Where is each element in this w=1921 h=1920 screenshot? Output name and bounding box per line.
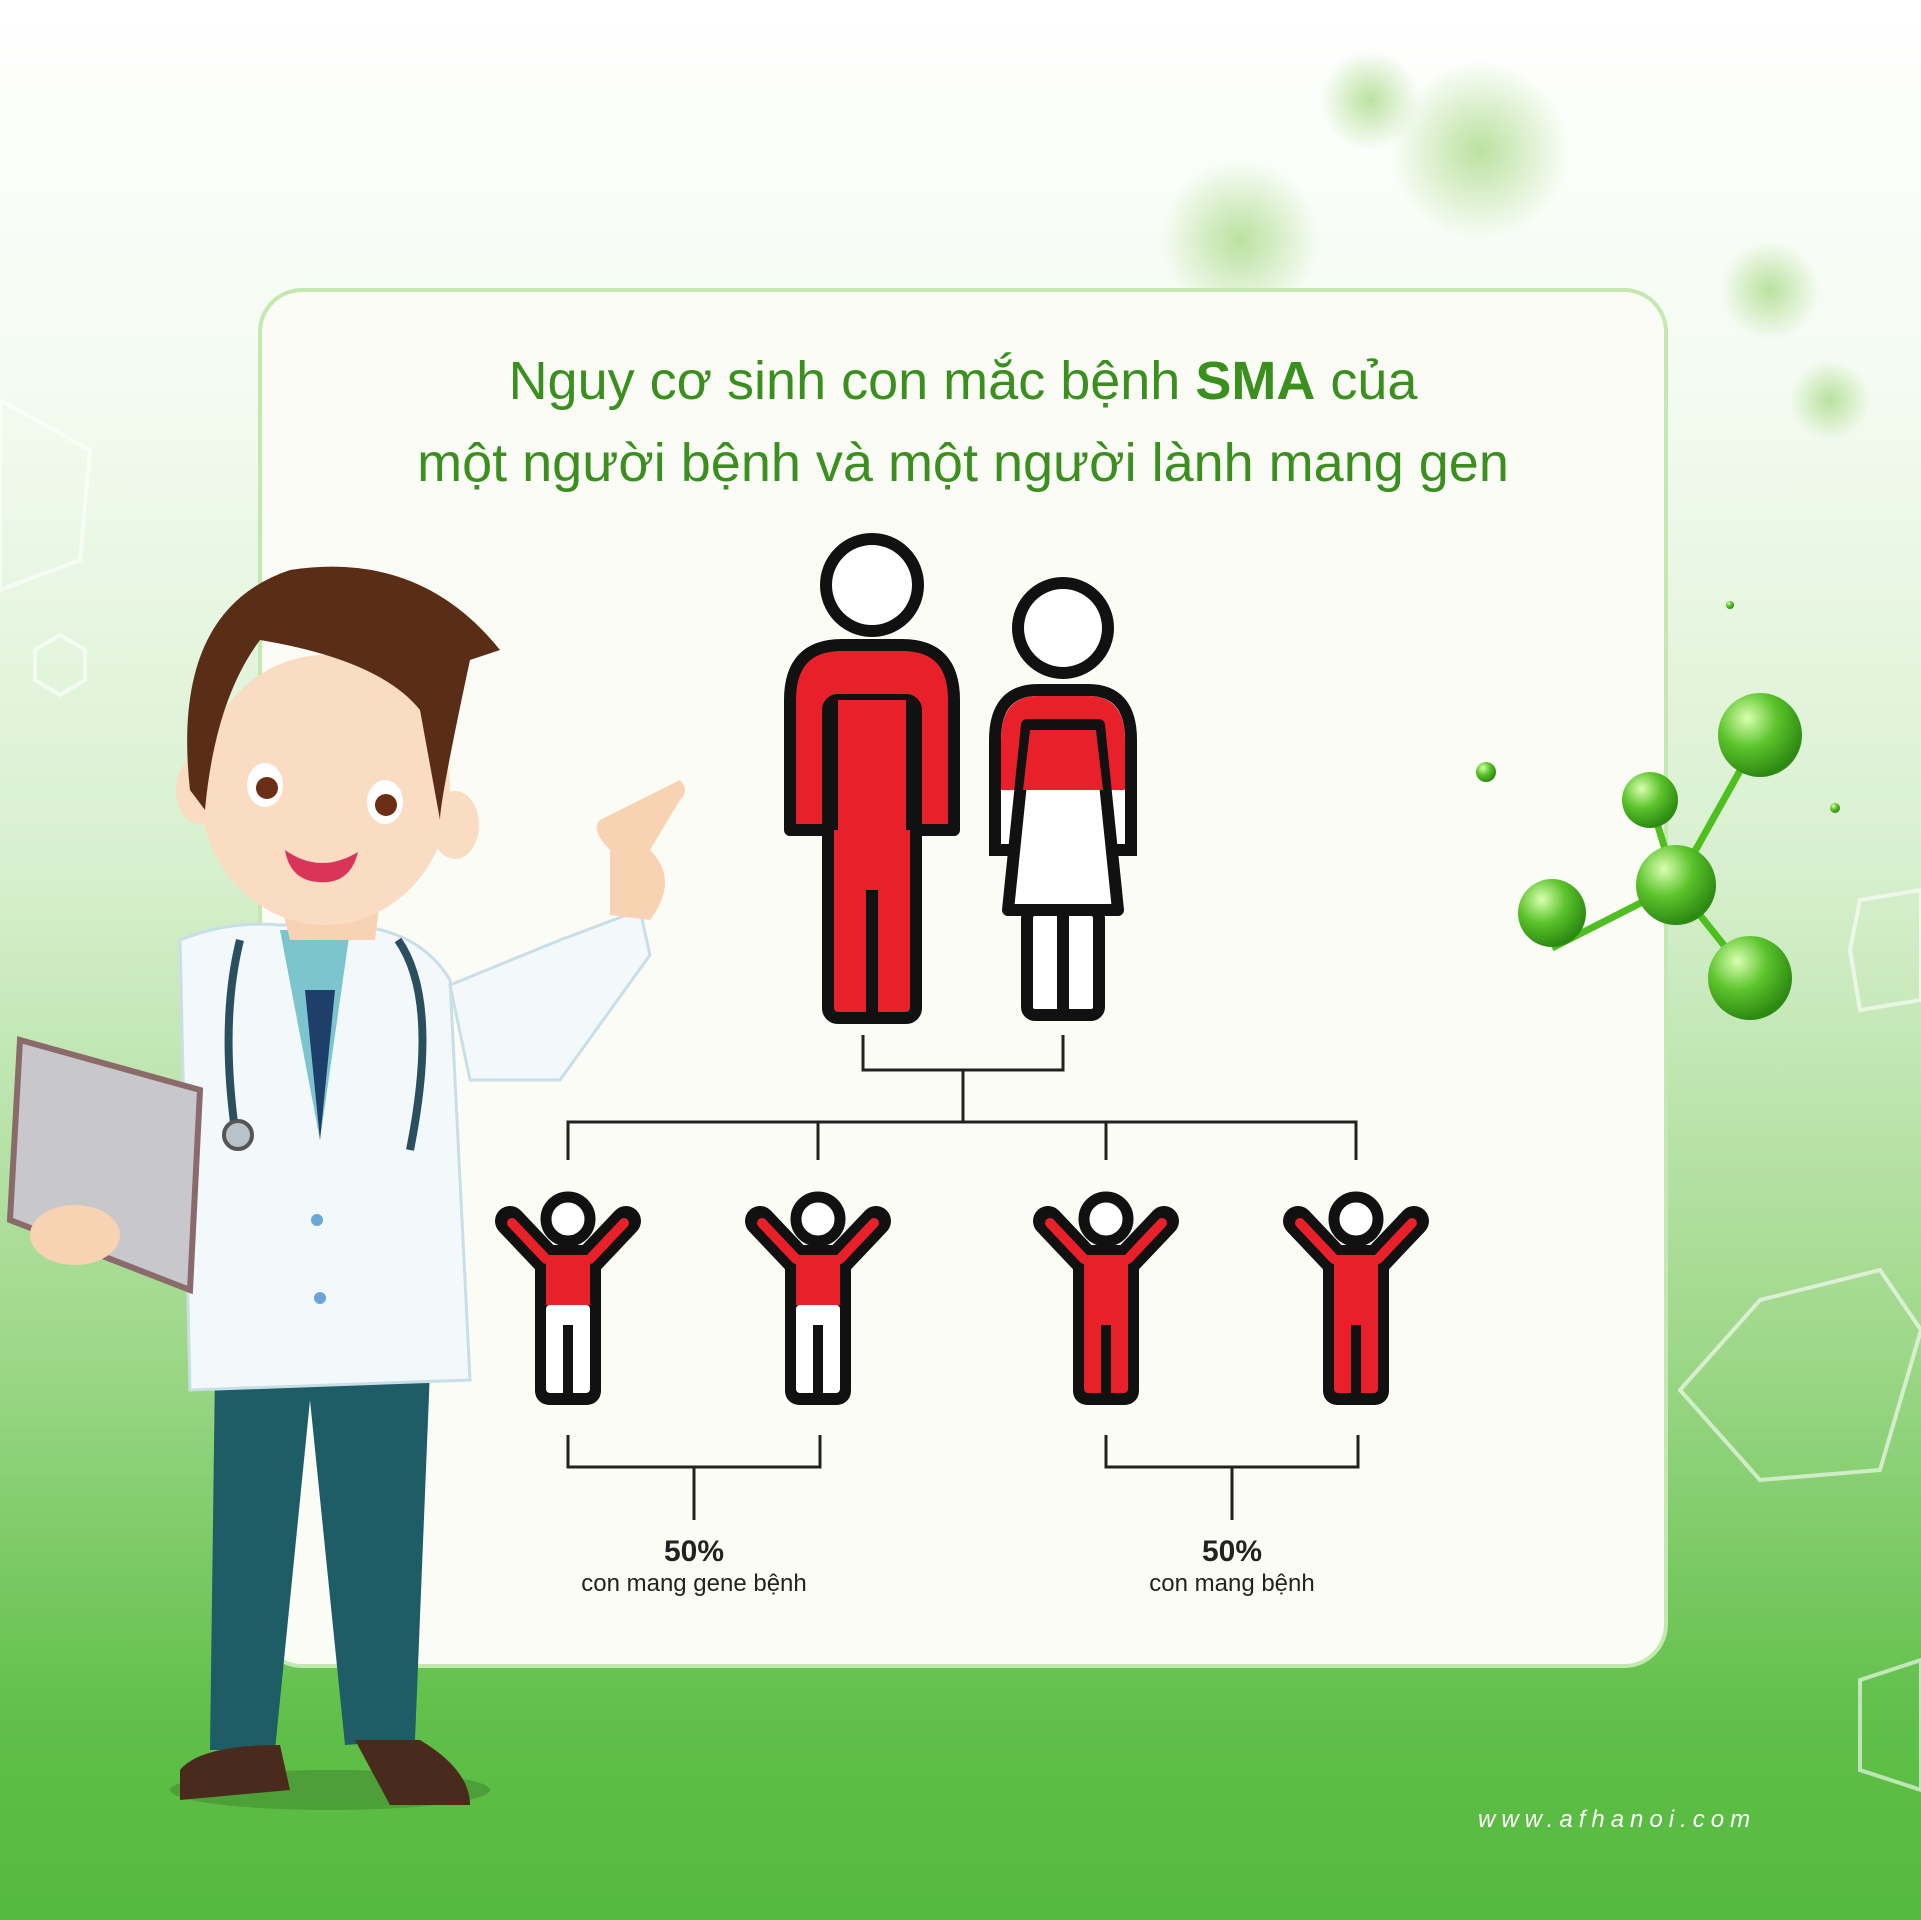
outcome-affected-label: con mang bệnh (1149, 1570, 1315, 1597)
doctor-illustration (6, 566, 685, 1810)
father-figure-affected (784, 533, 960, 1024)
inheritance-diagram (6, 533, 1840, 1810)
molecule-illustration (1476, 601, 1840, 1020)
outcome-carrier: 50% con mang gene bệnh (494, 1535, 894, 1599)
outcome-affected-percent: 50% (1201, 1535, 1263, 1568)
child-affected-2 (1298, 1191, 1414, 1405)
outcome-carrier-percent: 50% (663, 1535, 725, 1568)
website-url: www.afhanoi.com (1478, 1806, 1757, 1833)
outcome-affected: 50% con mang bệnh (1032, 1535, 1432, 1599)
connector-lines (566, 1035, 1360, 1520)
mother-figure-carrier (989, 577, 1137, 1021)
child-carrier-1 (510, 1191, 626, 1405)
child-affected-1 (1048, 1191, 1164, 1405)
outcome-carrier-label: con mang gene bệnh (581, 1570, 807, 1597)
child-carrier-2 (760, 1191, 876, 1405)
